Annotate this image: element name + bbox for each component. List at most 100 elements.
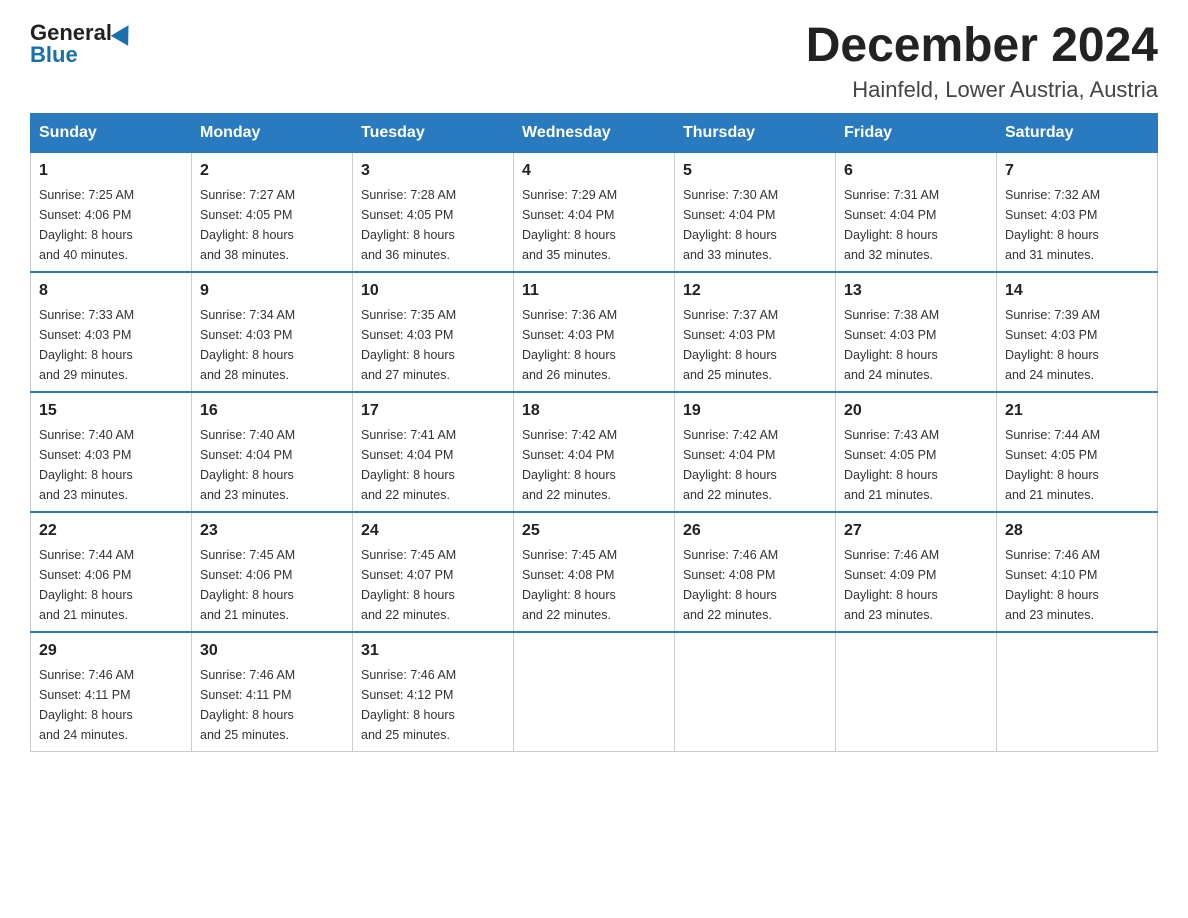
calendar-day-cell: 18Sunrise: 7:42 AMSunset: 4:04 PMDayligh… [514,392,675,512]
calendar-day-cell [836,632,997,752]
day-info: Sunrise: 7:25 AMSunset: 4:06 PMDaylight:… [39,185,183,265]
calendar-day-cell: 17Sunrise: 7:41 AMSunset: 4:04 PMDayligh… [353,392,514,512]
day-info: Sunrise: 7:45 AMSunset: 4:07 PMDaylight:… [361,545,505,625]
calendar-day-cell: 27Sunrise: 7:46 AMSunset: 4:09 PMDayligh… [836,512,997,632]
calendar-day-cell: 2Sunrise: 7:27 AMSunset: 4:05 PMDaylight… [192,152,353,272]
logo-triangle-icon [111,20,137,46]
calendar-day-cell: 29Sunrise: 7:46 AMSunset: 4:11 PMDayligh… [31,632,192,752]
day-number: 6 [844,159,988,183]
calendar-day-cell: 21Sunrise: 7:44 AMSunset: 4:05 PMDayligh… [997,392,1158,512]
day-number: 21 [1005,399,1149,423]
day-info: Sunrise: 7:46 AMSunset: 4:09 PMDaylight:… [844,545,988,625]
calendar-day-cell: 4Sunrise: 7:29 AMSunset: 4:04 PMDaylight… [514,152,675,272]
day-number: 15 [39,399,183,423]
day-info: Sunrise: 7:42 AMSunset: 4:04 PMDaylight:… [683,425,827,505]
day-number: 12 [683,279,827,303]
day-info: Sunrise: 7:46 AMSunset: 4:11 PMDaylight:… [39,665,183,745]
calendar-day-cell: 20Sunrise: 7:43 AMSunset: 4:05 PMDayligh… [836,392,997,512]
day-info: Sunrise: 7:46 AMSunset: 4:11 PMDaylight:… [200,665,344,745]
day-info: Sunrise: 7:30 AMSunset: 4:04 PMDaylight:… [683,185,827,265]
day-info: Sunrise: 7:36 AMSunset: 4:03 PMDaylight:… [522,305,666,385]
day-info: Sunrise: 7:27 AMSunset: 4:05 PMDaylight:… [200,185,344,265]
page-header: General Blue December 2024 Hainfeld, Low… [30,20,1158,103]
weekday-header-thursday: Thursday [675,113,836,152]
weekday-header-saturday: Saturday [997,113,1158,152]
day-number: 30 [200,639,344,663]
logo-blue-text: Blue [30,42,78,68]
calendar-day-cell: 5Sunrise: 7:30 AMSunset: 4:04 PMDaylight… [675,152,836,272]
calendar-day-cell: 9Sunrise: 7:34 AMSunset: 4:03 PMDaylight… [192,272,353,392]
logo: General Blue [30,20,136,68]
day-number: 26 [683,519,827,543]
day-number: 29 [39,639,183,663]
calendar-day-cell: 25Sunrise: 7:45 AMSunset: 4:08 PMDayligh… [514,512,675,632]
calendar-table: SundayMondayTuesdayWednesdayThursdayFrid… [30,113,1158,752]
day-info: Sunrise: 7:45 AMSunset: 4:08 PMDaylight:… [522,545,666,625]
calendar-day-cell: 6Sunrise: 7:31 AMSunset: 4:04 PMDaylight… [836,152,997,272]
day-info: Sunrise: 7:28 AMSunset: 4:05 PMDaylight:… [361,185,505,265]
calendar-day-cell: 3Sunrise: 7:28 AMSunset: 4:05 PMDaylight… [353,152,514,272]
calendar-week-row: 1Sunrise: 7:25 AMSunset: 4:06 PMDaylight… [31,152,1158,272]
day-info: Sunrise: 7:40 AMSunset: 4:04 PMDaylight:… [200,425,344,505]
calendar-day-cell: 24Sunrise: 7:45 AMSunset: 4:07 PMDayligh… [353,512,514,632]
day-number: 27 [844,519,988,543]
weekday-header-row: SundayMondayTuesdayWednesdayThursdayFrid… [31,113,1158,152]
day-info: Sunrise: 7:46 AMSunset: 4:12 PMDaylight:… [361,665,505,745]
calendar-day-cell: 12Sunrise: 7:37 AMSunset: 4:03 PMDayligh… [675,272,836,392]
calendar-day-cell: 11Sunrise: 7:36 AMSunset: 4:03 PMDayligh… [514,272,675,392]
day-number: 28 [1005,519,1149,543]
day-number: 9 [200,279,344,303]
day-info: Sunrise: 7:34 AMSunset: 4:03 PMDaylight:… [200,305,344,385]
calendar-day-cell: 14Sunrise: 7:39 AMSunset: 4:03 PMDayligh… [997,272,1158,392]
day-info: Sunrise: 7:41 AMSunset: 4:04 PMDaylight:… [361,425,505,505]
title-area: December 2024 Hainfeld, Lower Austria, A… [806,20,1158,103]
day-number: 24 [361,519,505,543]
day-number: 31 [361,639,505,663]
calendar-week-row: 22Sunrise: 7:44 AMSunset: 4:06 PMDayligh… [31,512,1158,632]
day-number: 14 [1005,279,1149,303]
day-number: 22 [39,519,183,543]
calendar-week-row: 8Sunrise: 7:33 AMSunset: 4:03 PMDaylight… [31,272,1158,392]
calendar-day-cell: 16Sunrise: 7:40 AMSunset: 4:04 PMDayligh… [192,392,353,512]
day-number: 18 [522,399,666,423]
calendar-day-cell [514,632,675,752]
calendar-day-cell: 22Sunrise: 7:44 AMSunset: 4:06 PMDayligh… [31,512,192,632]
calendar-day-cell: 31Sunrise: 7:46 AMSunset: 4:12 PMDayligh… [353,632,514,752]
weekday-header-tuesday: Tuesday [353,113,514,152]
calendar-day-cell: 13Sunrise: 7:38 AMSunset: 4:03 PMDayligh… [836,272,997,392]
day-info: Sunrise: 7:44 AMSunset: 4:05 PMDaylight:… [1005,425,1149,505]
day-info: Sunrise: 7:32 AMSunset: 4:03 PMDaylight:… [1005,185,1149,265]
day-info: Sunrise: 7:39 AMSunset: 4:03 PMDaylight:… [1005,305,1149,385]
day-number: 2 [200,159,344,183]
day-info: Sunrise: 7:45 AMSunset: 4:06 PMDaylight:… [200,545,344,625]
calendar-week-row: 15Sunrise: 7:40 AMSunset: 4:03 PMDayligh… [31,392,1158,512]
weekday-header-monday: Monday [192,113,353,152]
calendar-week-row: 29Sunrise: 7:46 AMSunset: 4:11 PMDayligh… [31,632,1158,752]
calendar-day-cell: 26Sunrise: 7:46 AMSunset: 4:08 PMDayligh… [675,512,836,632]
calendar-day-cell [675,632,836,752]
calendar-day-cell: 10Sunrise: 7:35 AMSunset: 4:03 PMDayligh… [353,272,514,392]
day-info: Sunrise: 7:29 AMSunset: 4:04 PMDaylight:… [522,185,666,265]
calendar-day-cell: 28Sunrise: 7:46 AMSunset: 4:10 PMDayligh… [997,512,1158,632]
day-number: 3 [361,159,505,183]
day-number: 8 [39,279,183,303]
day-number: 13 [844,279,988,303]
day-info: Sunrise: 7:31 AMSunset: 4:04 PMDaylight:… [844,185,988,265]
day-info: Sunrise: 7:38 AMSunset: 4:03 PMDaylight:… [844,305,988,385]
day-info: Sunrise: 7:33 AMSunset: 4:03 PMDaylight:… [39,305,183,385]
day-info: Sunrise: 7:43 AMSunset: 4:05 PMDaylight:… [844,425,988,505]
day-number: 4 [522,159,666,183]
day-info: Sunrise: 7:46 AMSunset: 4:08 PMDaylight:… [683,545,827,625]
calendar-day-cell: 8Sunrise: 7:33 AMSunset: 4:03 PMDaylight… [31,272,192,392]
weekday-header-sunday: Sunday [31,113,192,152]
calendar-day-cell [997,632,1158,752]
calendar-day-cell: 15Sunrise: 7:40 AMSunset: 4:03 PMDayligh… [31,392,192,512]
day-info: Sunrise: 7:40 AMSunset: 4:03 PMDaylight:… [39,425,183,505]
day-number: 10 [361,279,505,303]
day-number: 11 [522,279,666,303]
weekday-header-friday: Friday [836,113,997,152]
calendar-day-cell: 7Sunrise: 7:32 AMSunset: 4:03 PMDaylight… [997,152,1158,272]
day-info: Sunrise: 7:46 AMSunset: 4:10 PMDaylight:… [1005,545,1149,625]
day-number: 1 [39,159,183,183]
day-info: Sunrise: 7:37 AMSunset: 4:03 PMDaylight:… [683,305,827,385]
